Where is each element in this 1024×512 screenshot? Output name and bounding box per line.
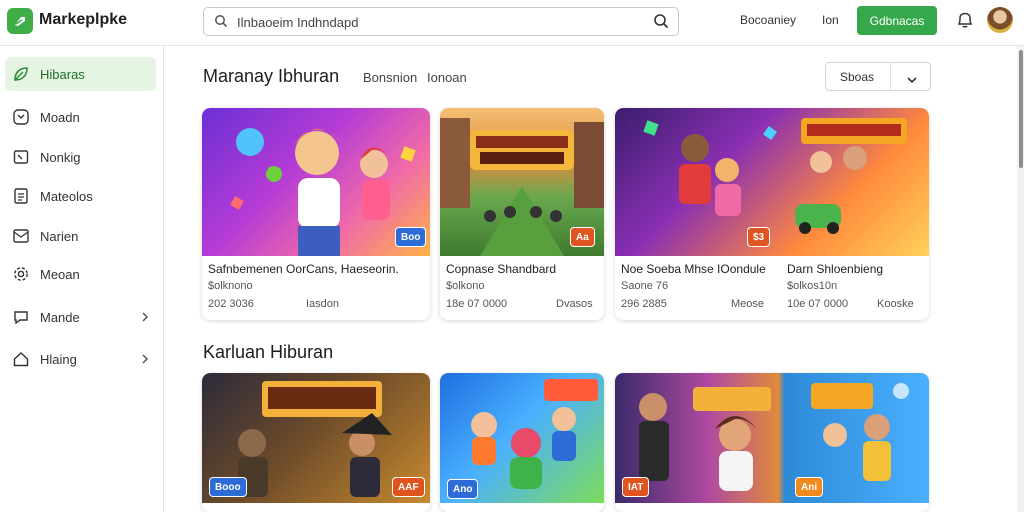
sidebar-item-label: Narien [40, 228, 79, 244]
card-title[interactable]: Darn Shloenbieng [787, 262, 927, 276]
card-badge: AAF [392, 477, 425, 497]
chevron-right-icon[interactable] [140, 352, 150, 370]
document-icon [11, 186, 31, 206]
card-title[interactable]: Noe Soeba Mhse IOondule [621, 262, 781, 276]
sidebar-item-label: Mande [40, 309, 80, 325]
game-card[interactable]: Ano [440, 373, 604, 512]
game-card[interactable]: Booo AAF [202, 373, 430, 512]
card-badge: Ano [447, 479, 479, 499]
game-card[interactable]: Aa Copnase Shandbard $olkono 18e 07 0000… [440, 108, 604, 320]
card-badge: Aa [570, 227, 595, 247]
sidebar-item-label: Nonkig [40, 149, 81, 165]
card-meta-secondary: Dvasos [556, 298, 593, 310]
top-bar: Markeplpke Bocoaniey Ion Gdbnacas [0, 0, 1024, 46]
chevron-right-icon[interactable] [140, 310, 150, 328]
sidebar-item-4[interactable]: Narien [5, 219, 156, 253]
sort-dropdown[interactable]: Sboas [825, 62, 931, 91]
sidebar-item-7[interactable]: Hlaing [5, 342, 156, 376]
sidebar-item-label: Meoan [40, 266, 80, 282]
card-meta: 296 2885 [621, 298, 667, 310]
game-thumbnail [615, 108, 929, 256]
filter-link-2[interactable]: Ionoan [427, 70, 467, 85]
sidebar-item-3[interactable]: Mateolos [5, 179, 156, 213]
scrollbar-thumb[interactable] [1019, 50, 1023, 168]
square-arrow-icon [11, 147, 31, 167]
card-badge: Ani [795, 477, 824, 497]
section-title-2: Karluan Hiburan [203, 342, 334, 362]
sidebar-item-label: Hlaing [40, 351, 77, 367]
card-meta: 202 3036 [208, 298, 254, 310]
card-title[interactable]: Safnbemenen OorCans, Haeseorin. [208, 262, 424, 276]
filter-link-1[interactable]: Bonsnion [363, 70, 417, 85]
game-card[interactable]: Boo Safnbemenen OorCans, Haeseorin. $olk… [202, 108, 430, 320]
sidebar-item-5[interactable]: Meoan [5, 257, 156, 291]
sidebar-item-label: Moadn [40, 109, 80, 125]
card-meta-secondary: Kooske [877, 298, 914, 310]
sort-label: Sboas [840, 70, 875, 84]
sidebar-item-1[interactable]: Moadn [5, 100, 156, 134]
sidebar-item-label: Mateolos [40, 188, 93, 204]
card-badge: Booo [209, 477, 247, 497]
divider [890, 63, 891, 90]
brand-name[interactable]: Markeplpke [39, 11, 127, 29]
leaf-icon [11, 64, 31, 84]
user-avatar[interactable] [987, 7, 1013, 33]
home-icon [11, 349, 31, 369]
logo-icon[interactable] [7, 8, 33, 34]
sidebar-item-0[interactable]: Hibaras [5, 57, 156, 91]
sidebar-item-label: Hibaras [40, 66, 85, 82]
primary-cta-button[interactable]: Gdbnacas [857, 6, 937, 35]
section-title-1: Maranay Ibhuran [203, 66, 340, 86]
sidebar-item-6[interactable]: Mande [5, 300, 156, 334]
search-input[interactable] [237, 12, 637, 32]
card-badge: IAT [622, 477, 650, 497]
chevron-down-icon [906, 72, 918, 90]
inbox-icon [11, 226, 31, 246]
card-badge: Boo [395, 227, 427, 247]
card-meta: 10e 07 0000 [787, 298, 849, 310]
card-title[interactable]: Copnase Shandbard [446, 262, 602, 276]
search-bar[interactable] [203, 7, 679, 36]
sidebar: Hibaras Moadn Nonkig Mateolos Narien Meo… [0, 46, 164, 512]
game-thumbnail [615, 373, 929, 503]
card-badge: $3 [747, 227, 771, 247]
card-rating: Saone 76 [621, 280, 669, 292]
card-meta-secondary: Meose [731, 298, 765, 310]
game-card[interactable]: $3 Noe Soeba Mhse IOondule Saone 76 296 … [615, 108, 929, 320]
card-rating: $olkono [446, 280, 485, 292]
chat-icon [11, 307, 31, 327]
notification-icon[interactable] [955, 10, 975, 35]
nav-link-1[interactable]: Bocoaniey [740, 13, 796, 27]
card-rating: $olkos10n [787, 280, 838, 292]
card-meta: 18e 07 0000 [446, 298, 508, 310]
search-icon [214, 14, 228, 33]
game-card[interactable]: IAT Ani [615, 373, 929, 512]
gear-icon [11, 264, 31, 284]
card-meta-secondary: Iasdon [306, 298, 340, 310]
sidebar-item-2[interactable]: Nonkig [5, 140, 156, 174]
circle-arrow-icon [11, 107, 31, 127]
search-submit-icon[interactable] [653, 13, 669, 34]
nav-link-2[interactable]: Ion [822, 13, 839, 27]
card-rating: $olknono [208, 280, 253, 292]
